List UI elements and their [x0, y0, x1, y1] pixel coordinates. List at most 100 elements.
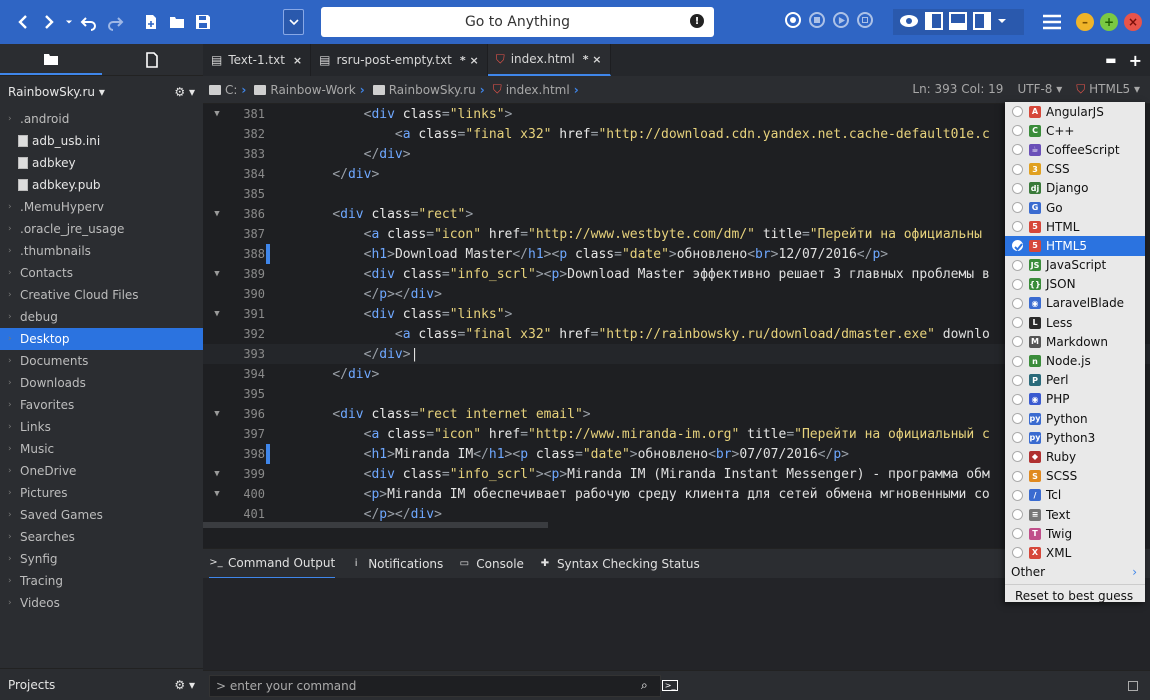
expand-arrow-icon[interactable]: › [8, 290, 20, 300]
language-item[interactable]: py Python3 [1005, 428, 1145, 447]
left-pane-toggle-icon[interactable] [925, 11, 943, 33]
fold-icon[interactable]: ▼ [203, 469, 231, 479]
language-item[interactable]: {} JSON [1005, 275, 1145, 294]
reset-best-guess-item[interactable]: Reset to best guess [1005, 587, 1145, 606]
fold-icon[interactable]: ▼ [203, 269, 231, 279]
fold-icon[interactable]: ▼ [203, 489, 231, 499]
tree-item[interactable]: › Videos [0, 592, 203, 614]
expand-arrow-icon[interactable]: › [8, 400, 20, 410]
undo-icon[interactable] [76, 9, 102, 35]
goto-dropdown-icon[interactable] [283, 9, 304, 35]
bottom-tab[interactable]: ✚ Syntax Checking Status [538, 549, 700, 579]
expand-arrow-icon[interactable]: › [8, 532, 20, 542]
expand-arrow-icon[interactable]: › [8, 488, 20, 498]
language-item[interactable]: ◉ LaravelBlade [1005, 294, 1145, 313]
right-pane-toggle-icon[interactable] [973, 11, 991, 33]
horizontal-scrollbar[interactable] [203, 522, 548, 528]
breadcrumb-item[interactable]: Rainbow-Work › [254, 83, 368, 97]
breadcrumb-item[interactable]: ⛉ index.html › [493, 82, 583, 97]
editor-tab[interactable]: ▤ Text-1.txt × [203, 44, 312, 76]
expand-arrow-icon[interactable]: › [8, 224, 20, 234]
places-tab[interactable] [0, 44, 102, 75]
tree-item[interactable]: › Synfig [0, 548, 203, 570]
history-dropdown-icon[interactable] [62, 9, 76, 35]
places-gear-icon[interactable]: ⚙ ▾ [174, 85, 195, 99]
tree-item[interactable]: › Saved Games [0, 504, 203, 526]
command-input[interactable]: > enter your command [209, 674, 661, 697]
language-item[interactable]: ◉ PHP [1005, 390, 1145, 409]
language-item[interactable]: 5 HTML [1005, 217, 1145, 236]
language-item[interactable]: M Markdown [1005, 332, 1145, 351]
expand-arrow-icon[interactable]: › [8, 554, 20, 564]
language-item[interactable]: n Node.js [1005, 351, 1145, 370]
search-icon[interactable]: ⌕ [641, 678, 648, 693]
bottom-tab[interactable]: ▭ Console [457, 549, 524, 579]
warning-icon[interactable]: ! [690, 14, 704, 28]
tree-item[interactable]: › Tracing [0, 570, 203, 592]
stop-macro-icon[interactable] [809, 12, 825, 28]
tree-item[interactable]: › OneDrive [0, 460, 203, 482]
language-item[interactable]: ≡ Text [1005, 505, 1145, 524]
language-item[interactable]: dj Django [1005, 179, 1145, 198]
language-item[interactable]: S SCSS [1005, 467, 1145, 486]
expand-arrow-icon[interactable]: › [8, 378, 20, 388]
bottom-tab[interactable]: i Notifications [349, 549, 444, 579]
terminal-icon[interactable]: >_ [661, 680, 679, 691]
close-tab-icon[interactable]: * × [460, 54, 479, 67]
fold-icon[interactable]: ▼ [203, 409, 231, 419]
language-item[interactable]: P Perl [1005, 371, 1145, 390]
back-icon[interactable] [10, 9, 36, 35]
tab-list-icon[interactable]: ▬ [1105, 53, 1116, 67]
tree-item[interactable]: › Links [0, 416, 203, 438]
expand-arrow-icon[interactable]: › [8, 246, 20, 256]
language-item[interactable]: X XML [1005, 543, 1145, 562]
play-macro-icon[interactable] [833, 12, 849, 28]
close-tab-icon[interactable]: * × [583, 53, 602, 66]
expand-arrow-icon[interactable]: › [8, 114, 20, 124]
tree-item[interactable]: › .oracle_jre_usage [0, 218, 203, 240]
fold-icon[interactable]: ▼ [203, 309, 231, 319]
maximize-icon[interactable]: + [1100, 13, 1118, 31]
expand-arrow-icon[interactable]: › [8, 356, 20, 366]
close-icon[interactable]: × [1124, 13, 1142, 31]
tree-item[interactable]: adbkey.pub [0, 174, 203, 196]
language-other-item[interactable]: Other › [1005, 563, 1145, 582]
tree-item[interactable]: › Pictures [0, 482, 203, 504]
record-macro-icon[interactable] [785, 12, 801, 28]
language-item[interactable]: ☕ CoffeeScript [1005, 140, 1145, 159]
open-folder-icon[interactable] [164, 9, 190, 35]
bottom-pane-toggle-icon[interactable] [949, 11, 967, 33]
tree-item[interactable]: › .MemuHyperv [0, 196, 203, 218]
language-item[interactable]: A AngularJS [1005, 102, 1145, 121]
language-selector[interactable]: ⛉ HTML5 ▾ [1076, 82, 1140, 97]
expand-arrow-icon[interactable]: › [8, 422, 20, 432]
breadcrumb-item[interactable]: C: › [209, 83, 250, 97]
tree-item[interactable]: › Music [0, 438, 203, 460]
new-file-icon[interactable] [138, 9, 164, 35]
tree-item[interactable]: › debug [0, 306, 203, 328]
language-item[interactable]: G Go [1005, 198, 1145, 217]
tree-item[interactable]: › Searches [0, 526, 203, 548]
new-tab-plus-icon[interactable]: + [1129, 51, 1142, 70]
tree-item[interactable]: › Desktop [0, 328, 203, 350]
tree-item[interactable]: › Favorites [0, 394, 203, 416]
expand-arrow-icon[interactable]: › [8, 598, 20, 608]
tree-item[interactable]: › .thumbnails [0, 240, 203, 262]
expand-arrow-icon[interactable]: › [8, 334, 20, 344]
tree-item[interactable]: › Creative Cloud Files [0, 284, 203, 306]
fold-icon[interactable]: ▼ [203, 109, 231, 119]
tree-item[interactable]: adbkey [0, 152, 203, 174]
expand-arrow-icon[interactable]: › [8, 312, 20, 322]
maximize-panel-icon[interactable] [1128, 680, 1138, 691]
projects-gear-icon[interactable]: ⚙ ▾ [174, 678, 195, 692]
expand-arrow-icon[interactable]: › [8, 444, 20, 454]
language-item[interactable]: C C++ [1005, 121, 1145, 140]
expand-arrow-icon[interactable]: › [8, 510, 20, 520]
language-item[interactable]: JS JavaScript [1005, 256, 1145, 275]
language-item[interactable]: py Python [1005, 409, 1145, 428]
tree-item[interactable]: › .android [0, 108, 203, 130]
goto-anything-input[interactable]: Go to Anything ! [321, 7, 714, 37]
redo-icon[interactable] [102, 9, 128, 35]
expand-arrow-icon[interactable]: › [8, 576, 20, 586]
language-item[interactable]: ◆ Ruby [1005, 447, 1145, 466]
